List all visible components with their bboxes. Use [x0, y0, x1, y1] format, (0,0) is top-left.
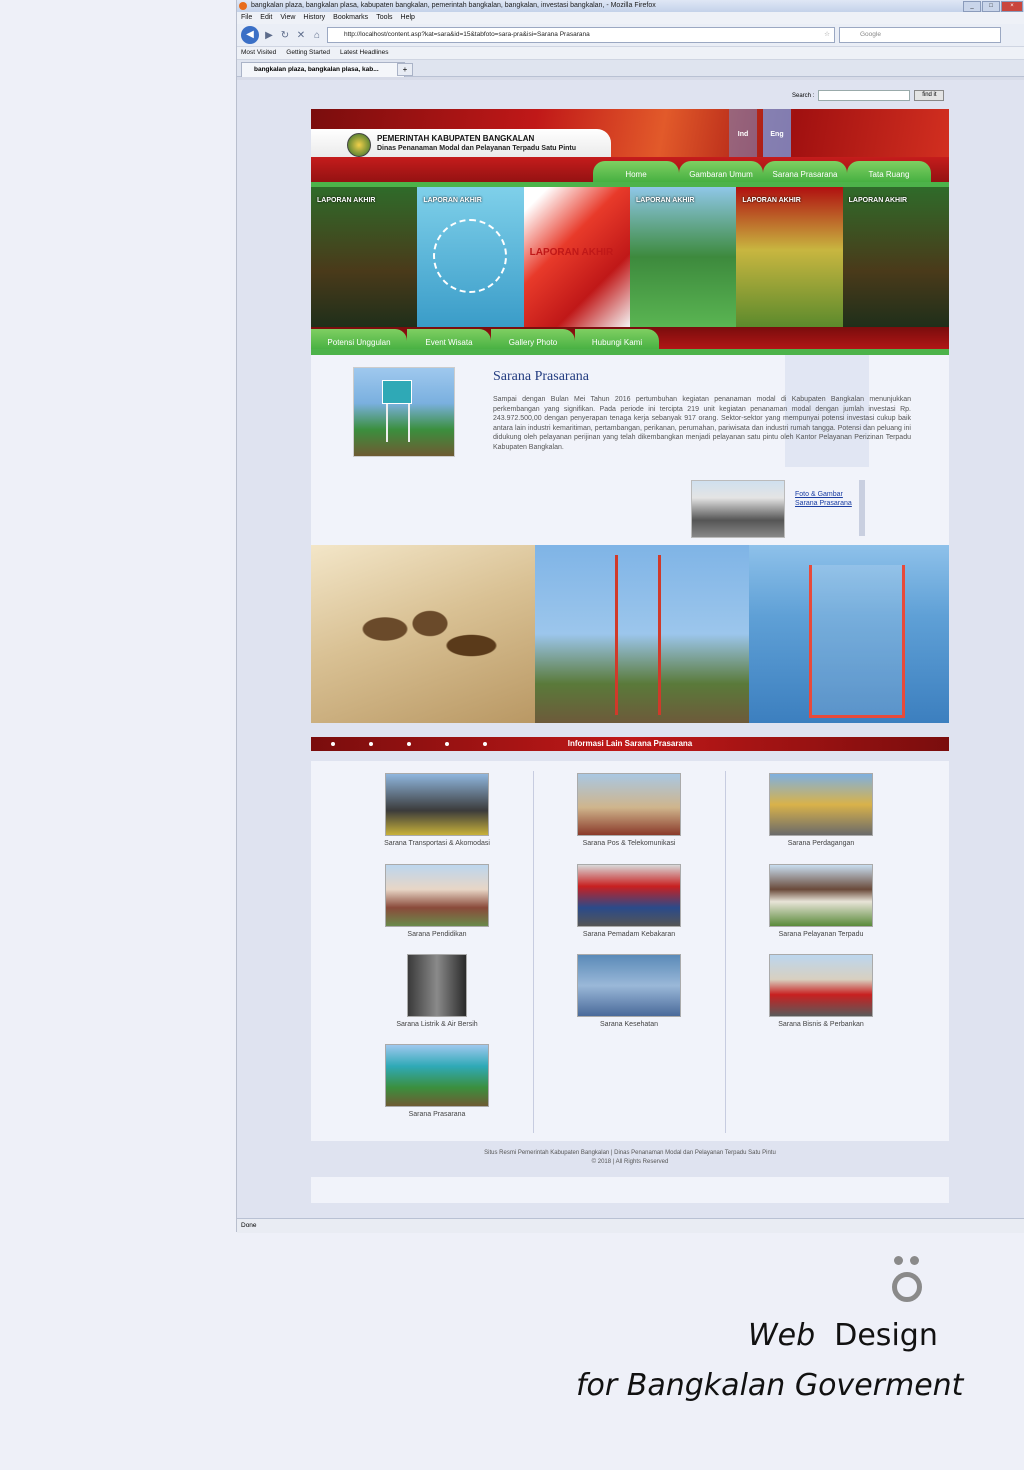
foto-gambar-link[interactable]: Foto & Gambar Sarana Prasarana — [795, 490, 855, 508]
find-button[interactable]: find it — [914, 90, 945, 101]
facility-item[interactable]: Sarana Listrik & Air Bersih — [357, 954, 517, 1028]
site-search-input[interactable] — [818, 90, 911, 101]
content-title: Sarana Prasarana — [493, 369, 590, 384]
menu-bar: File Edit View History Bookmarks Tools H… — [237, 12, 1024, 24]
window-titlebar: bangkalan plaza, bangkalan plasa, kabupa… — [237, 0, 1024, 12]
facility-item[interactable]: Sarana Pelayanan Terpadu — [741, 864, 901, 938]
menu-bookmarks[interactable]: Bookmarks — [333, 12, 368, 24]
home-icon[interactable]: ⌂ — [311, 30, 323, 41]
banner-panel: LAPORAN AKHIR — [629, 187, 737, 327]
site-search-label: Search : — [792, 92, 815, 99]
lang-eng-button[interactable]: Eng — [763, 109, 791, 157]
page-viewport: Search : find it PEMERINTAH KABUPATEN BA… — [237, 80, 1024, 1218]
status-text: Done — [241, 1222, 257, 1229]
stop-icon[interactable]: ✕ — [295, 30, 307, 41]
copyright: © 2018 | All Rights Reserved — [591, 1159, 669, 1165]
org-name: PEMERINTAH KABUPATEN BANGKALAN — [377, 134, 535, 143]
facility-item[interactable]: Sarana Pendidikan — [357, 864, 517, 938]
reload-icon[interactable]: ↻ — [279, 30, 291, 41]
bookmark-star-icon[interactable]: ☆ — [824, 28, 830, 42]
miners-photo — [311, 545, 535, 723]
main-nav: Home Gambaran Umum Sarana Prasarana Tata… — [311, 157, 949, 187]
lang-ind-button[interactable]: Ind — [729, 109, 757, 157]
banner-panel: LAPORAN AKHIR — [311, 187, 418, 327]
site-footer: Situs Resmi Pemerintah Kabupaten Bangkal… — [311, 1149, 949, 1167]
menu-file[interactable]: File — [241, 12, 252, 24]
logo-card: PEMERINTAH KABUPATEN BANGKALAN Dinas Pen… — [311, 129, 611, 157]
browser-search-input[interactable]: Google — [839, 27, 1001, 43]
menu-help[interactable]: Help — [401, 12, 415, 24]
service-office-photo — [769, 864, 873, 927]
facility-item[interactable]: Sarana Bisnis & Perbankan — [741, 954, 901, 1028]
banner-panel: LAPORAN AKHIR — [417, 187, 524, 327]
close-button[interactable]: × — [1001, 1, 1023, 12]
site-header: PEMERINTAH KABUPATEN BANGKALAN Dinas Pen… — [311, 109, 949, 157]
post-office-photo — [577, 773, 681, 836]
caption-line1: Web Design — [748, 1318, 938, 1353]
menu-edit[interactable]: Edit — [260, 12, 272, 24]
facility-item[interactable]: Sarana Transportasi & Akomodasi — [357, 773, 517, 847]
transport-photo — [385, 773, 489, 836]
electric-panel-photo — [407, 954, 467, 1017]
water-tower-photo — [385, 1044, 489, 1107]
offshore-platform-photo — [749, 545, 949, 723]
facility-item[interactable]: Sarana Perdagangan — [741, 773, 901, 847]
hospital-photo — [577, 954, 681, 1017]
menu-view[interactable]: View — [280, 12, 295, 24]
market-photo — [769, 773, 873, 836]
window-title: bangkalan plaza, bangkalan plasa, kabupa… — [251, 2, 656, 9]
bookmarks-toolbar: Most Visited Getting Started Latest Head… — [237, 47, 1024, 60]
menu-tools[interactable]: Tools — [376, 12, 392, 24]
banner-panel: LAPORAN AKHIR — [842, 187, 949, 327]
firefox-icon — [239, 2, 247, 10]
water-tower-image — [353, 367, 455, 457]
facility-item[interactable]: Sarana Pos & Telekomunikasi — [549, 773, 709, 847]
brand-logo-icon — [890, 1256, 930, 1308]
bookmark-getting-started[interactable]: Getting Started — [286, 47, 330, 59]
url-text: http://localhost/content.asp?kat=sara&id… — [344, 31, 590, 38]
report-banner: LAPORAN AKHIR LAPORAN AKHIR LAPORAN AKHI… — [311, 187, 949, 327]
facility-item[interactable]: Sarana Kesehatan — [549, 954, 709, 1028]
content-section: Sarana Prasarana Sampai dengan Bulan Mei… — [311, 355, 949, 545]
regency-emblem-icon — [347, 133, 371, 157]
facility-grid: Sarana Transportasi & Akomodasi Sarana P… — [311, 761, 949, 1141]
caption-line2: for Bangkalan Goverment — [576, 1368, 964, 1403]
banner-panel: LAPORAN AKHIR — [523, 187, 630, 327]
building-thumbnail[interactable] — [691, 480, 785, 538]
content-text: Sampai dengan Bulan Mei Tahun 2016 pertu… — [493, 396, 911, 451]
site-search: Search : find it — [792, 90, 945, 101]
tab-bar: bangkalan plaza, bangkalan plasa, kab...… — [237, 60, 1024, 77]
menu-history[interactable]: History — [303, 12, 325, 24]
browser-tab[interactable]: bangkalan plaza, bangkalan plasa, kab... — [241, 62, 405, 77]
bookmark-most-visited[interactable]: Most Visited — [241, 47, 276, 59]
bank-photo — [769, 954, 873, 1017]
facility-item[interactable]: Sarana Prasarana — [357, 1044, 517, 1118]
bookmark-latest-headlines[interactable]: Latest Headlines — [340, 47, 388, 59]
photo-strip — [311, 545, 949, 723]
maximize-button[interactable]: □ — [982, 1, 1000, 12]
info-section-header: Informasi Lain Sarana Prasarana — [311, 737, 949, 751]
org-department: Dinas Penanaman Modal dan Pelayanan Terp… — [377, 145, 577, 152]
firefighter-photo — [577, 864, 681, 927]
sub-nav: Potensi Unggulan Event Wisata Gallery Ph… — [311, 327, 949, 355]
search-placeholder: Google — [860, 31, 881, 38]
navigation-toolbar: ◀ ▶ ↻ ✕ ⌂ http://localhost/content.asp?k… — [237, 24, 1024, 47]
minimize-button[interactable]: _ — [963, 1, 981, 12]
forward-icon[interactable]: ▶ — [263, 30, 275, 41]
footer-line: Situs Resmi Pemerintah Kabupaten Bangkal… — [484, 1150, 776, 1156]
website: PEMERINTAH KABUPATEN BANGKALAN Dinas Pen… — [311, 109, 949, 1203]
info-title: Informasi Lain Sarana Prasarana — [567, 739, 693, 748]
drilling-rig-photo — [535, 545, 749, 723]
status-bar: Done — [237, 1218, 1024, 1233]
browser-window: bangkalan plaza, bangkalan plasa, kabupa… — [236, 0, 1024, 1233]
new-tab-button[interactable]: + — [397, 63, 413, 76]
banner-panel: LAPORAN AKHIR — [736, 187, 843, 327]
address-bar[interactable]: http://localhost/content.asp?kat=sara&id… — [327, 27, 835, 43]
back-button[interactable]: ◀ — [241, 26, 259, 44]
school-photo — [385, 864, 489, 927]
facility-item[interactable]: Sarana Pemadam Kebakaran — [549, 864, 709, 938]
